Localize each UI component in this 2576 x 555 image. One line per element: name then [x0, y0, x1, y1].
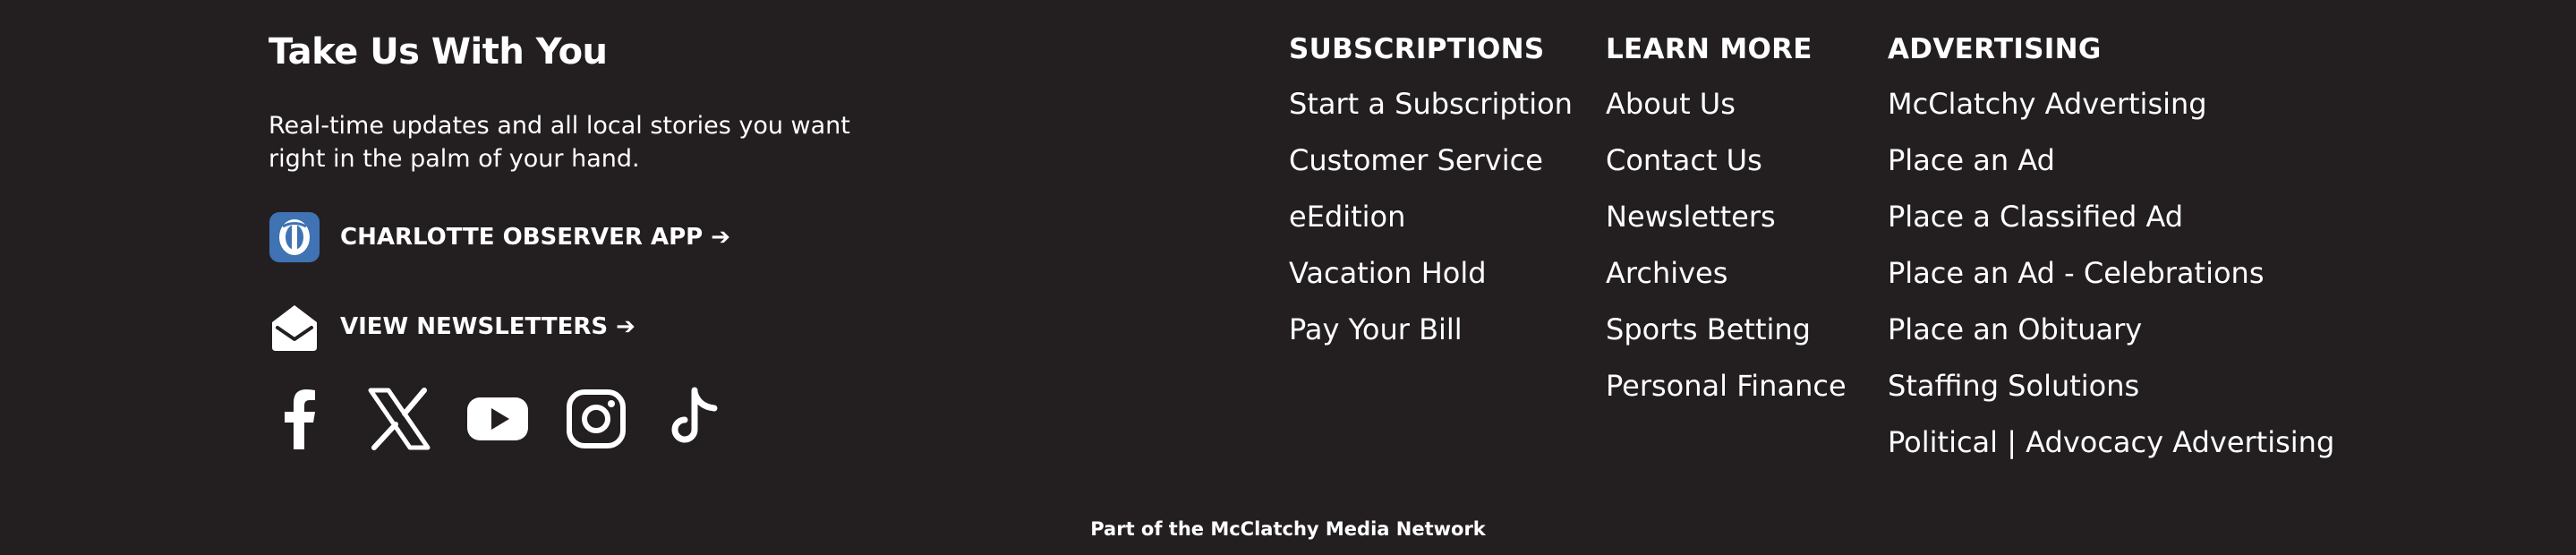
list-item: eEdition — [1289, 196, 1573, 252]
subscriptions-column: SUBSCRIPTIONS Start a Subscription Custo… — [1289, 27, 1573, 365]
facebook-icon — [285, 389, 315, 449]
place-obituary-link[interactable]: Place an Obituary — [1888, 309, 2142, 350]
place-classified-ad-link[interactable]: Place a Classified Ad — [1888, 196, 2183, 237]
subscriptions-heading: SUBSCRIPTIONS — [1289, 33, 1545, 65]
tiktok-link[interactable] — [662, 387, 727, 451]
newsletters-link[interactable]: Newsletters — [1606, 196, 1776, 237]
envelope-icon — [272, 305, 317, 351]
view-newsletters-link[interactable]: VIEW NEWSLETTERS ➔ — [269, 301, 949, 353]
site-footer: Take Us With You Real-time updates and a… — [0, 0, 2576, 555]
list-item: Political | Advocacy Advertising — [1888, 422, 2334, 478]
learn-more-links: About Us Contact Us Newsletters Archives… — [1606, 83, 1847, 422]
place-ad-link[interactable]: Place an Ad — [1888, 140, 2055, 181]
app-download-link[interactable]: CHARLOTTE OBSERVER APP ➔ — [269, 211, 949, 263]
pay-bill-link[interactable]: Pay Your Bill — [1289, 309, 1463, 350]
list-item: Vacation Hold — [1289, 252, 1573, 309]
x-icon — [368, 388, 431, 450]
start-subscription-link[interactable]: Start a Subscription — [1289, 83, 1573, 124]
learn-more-heading: LEARN MORE — [1606, 33, 1813, 65]
list-item: Start a Subscription — [1289, 83, 1573, 140]
youtube-icon — [467, 397, 528, 440]
advertising-column: ADVERTISING McClatchy Advertising Place … — [1888, 27, 2334, 478]
contact-us-link[interactable]: Contact Us — [1606, 140, 1762, 181]
place-celebrations-ad-link[interactable]: Place an Ad - Celebrations — [1888, 252, 2265, 294]
staffing-solutions-link[interactable]: Staffing Solutions — [1888, 365, 2139, 406]
archives-link[interactable]: Archives — [1606, 252, 1727, 294]
list-item: Newsletters — [1606, 196, 1847, 252]
social-links — [269, 387, 949, 451]
subscriptions-links: Start a Subscription Customer Service eE… — [1289, 83, 1573, 365]
vacation-hold-link[interactable]: Vacation Hold — [1289, 252, 1487, 294]
x-link[interactable] — [367, 387, 431, 451]
advertising-links: McClatchy Advertising Place an Ad Place … — [1888, 83, 2334, 478]
about-us-link[interactable]: About Us — [1606, 83, 1736, 124]
list-item: Contact Us — [1606, 140, 1847, 196]
view-newsletters-label: VIEW NEWSLETTERS ➔ — [340, 313, 635, 340]
list-item: Staffing Solutions — [1888, 365, 2334, 422]
eedition-link[interactable]: eEdition — [1289, 196, 1405, 237]
personal-finance-link[interactable]: Personal Finance — [1606, 365, 1847, 406]
advertising-heading: ADVERTISING — [1888, 33, 2102, 65]
instagram-link[interactable] — [564, 387, 628, 451]
app-promo-section: Take Us With You Real-time updates and a… — [269, 27, 949, 451]
tiktok-icon — [671, 387, 718, 443]
customer-service-link[interactable]: Customer Service — [1289, 140, 1543, 181]
list-item: Customer Service — [1289, 140, 1573, 196]
list-item: Sports Betting — [1606, 309, 1847, 365]
observer-app-icon — [269, 212, 320, 262]
list-item: Archives — [1606, 252, 1847, 309]
list-item: Place an Ad - Celebrations — [1888, 252, 2334, 309]
list-item: About Us — [1606, 83, 1847, 140]
app-promo-text: Real-time updates and all local stories … — [269, 112, 850, 173]
list-item: Place an Ad — [1888, 140, 2334, 196]
mcclatchy-advertising-link[interactable]: McClatchy Advertising — [1888, 83, 2207, 124]
network-credit: Part of the McClatchy Media Network — [1090, 518, 1486, 540]
list-item: Personal Finance — [1606, 365, 1847, 422]
list-item: Pay Your Bill — [1289, 309, 1573, 365]
facebook-link[interactable] — [269, 387, 333, 451]
list-item: Place a Classified Ad — [1888, 196, 2334, 252]
political-advertising-link[interactable]: Political | Advocacy Advertising — [1888, 422, 2334, 463]
app-download-label: CHARLOTTE OBSERVER APP ➔ — [340, 224, 731, 251]
sports-betting-link[interactable]: Sports Betting — [1606, 309, 1811, 350]
youtube-link[interactable] — [465, 387, 530, 451]
list-item: Place an Obituary — [1888, 309, 2334, 365]
app-promo-heading: Take Us With You — [269, 31, 608, 73]
list-item: McClatchy Advertising — [1888, 83, 2334, 140]
learn-more-column: LEARN MORE About Us Contact Us Newslette… — [1606, 27, 1847, 422]
instagram-icon — [567, 389, 626, 448]
